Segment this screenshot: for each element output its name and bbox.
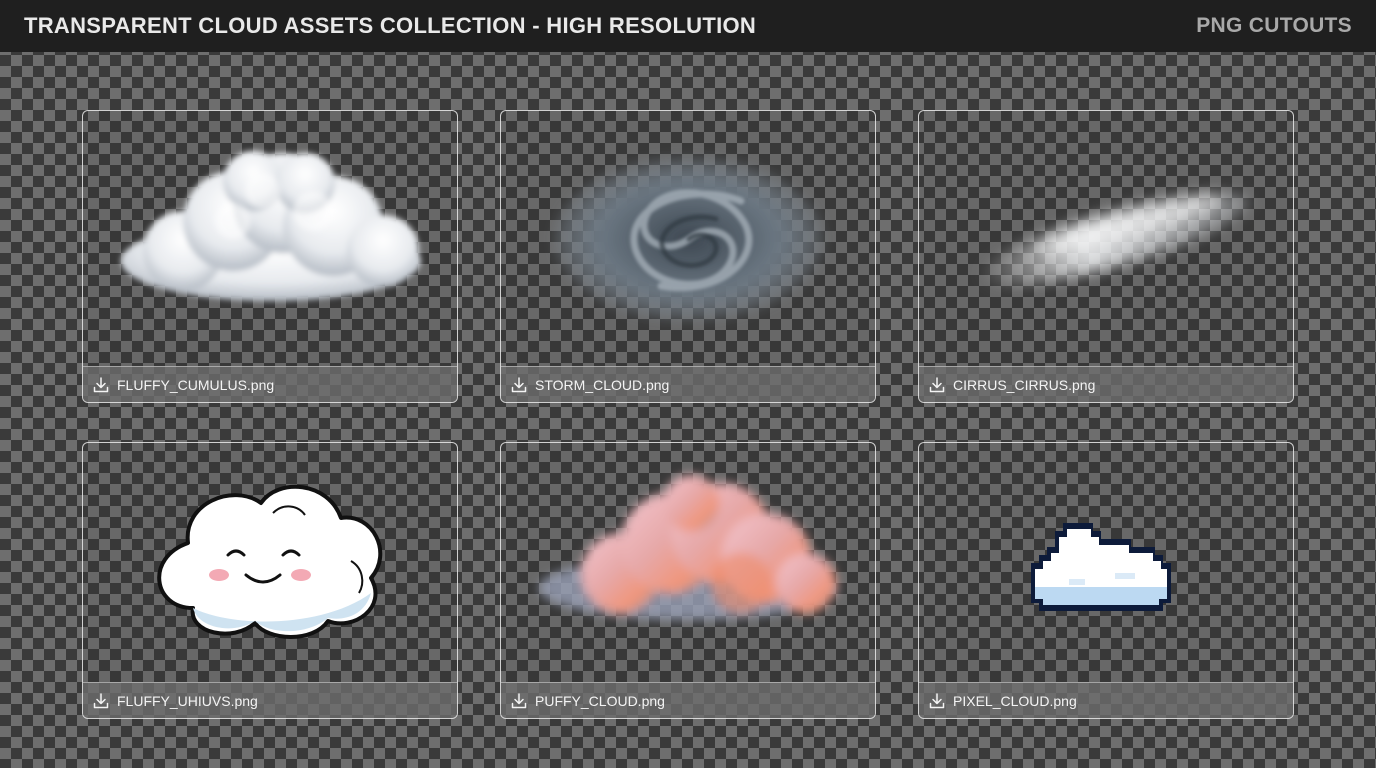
header-tag: PNG CUTOUTS [1196, 14, 1352, 37]
asset-card-fluffy-cumulus[interactable]: FLUFFY_CUMULUS.png [82, 110, 458, 403]
asset-filename: FLUFFY_CUMULUS.png [117, 376, 275, 393]
download-link-storm-cloud[interactable]: STORM_CLOUD.png [501, 366, 875, 402]
download-icon [929, 692, 945, 708]
asset-card-cirrus[interactable]: CIRRUS_CIRRUS.png [918, 110, 1294, 403]
page-title: TRANSPARENT CLOUD ASSETS COLLECTION - HI… [24, 13, 757, 38]
puffy-cloud-image [539, 475, 839, 620]
download-icon [93, 376, 109, 392]
asset-card-pixel-cloud[interactable]: PIXEL_CLOUD.png [918, 442, 1294, 719]
asset-filename: PUFFY_CLOUD.png [535, 692, 665, 709]
asset-filename: FLUFFY_UHIUVS.png [117, 692, 258, 709]
cartoon-cloud-image [157, 484, 383, 639]
download-icon [511, 692, 527, 708]
download-link-pixel-cloud[interactable]: PIXEL_CLOUD.png [919, 682, 1293, 718]
download-link-cartoon-cloud[interactable]: FLUFFY_UHIUVS.png [83, 682, 457, 718]
asset-card-puffy-cloud[interactable]: PUFFY_CLOUD.png [500, 442, 876, 719]
cirrus-cloud-image [978, 193, 1249, 286]
download-link-fluffy-cumulus[interactable]: FLUFFY_CUMULUS.png [83, 366, 457, 402]
header-bar: TRANSPARENT CLOUD ASSETS COLLECTION - HI… [0, 0, 1376, 52]
download-link-cirrus[interactable]: CIRRUS_CIRRUS.png [919, 366, 1293, 402]
download-link-puffy-cloud[interactable]: PUFFY_CLOUD.png [501, 682, 875, 718]
fluffy-cumulus-cloud-image [121, 151, 421, 301]
download-icon [929, 376, 945, 392]
storm-cloud-image [554, 157, 824, 321]
pixel-cloud-image [1031, 523, 1171, 611]
asset-filename: PIXEL_CLOUD.png [953, 692, 1077, 709]
download-icon [93, 692, 109, 708]
download-icon [511, 376, 527, 392]
asset-card-storm-cloud[interactable]: STORM_CLOUD.png [500, 110, 876, 403]
asset-filename: STORM_CLOUD.png [535, 376, 670, 393]
asset-filename: CIRRUS_CIRRUS.png [953, 376, 1096, 393]
asset-card-cartoon-cloud[interactable]: FLUFFY_UHIUVS.png [82, 442, 458, 719]
